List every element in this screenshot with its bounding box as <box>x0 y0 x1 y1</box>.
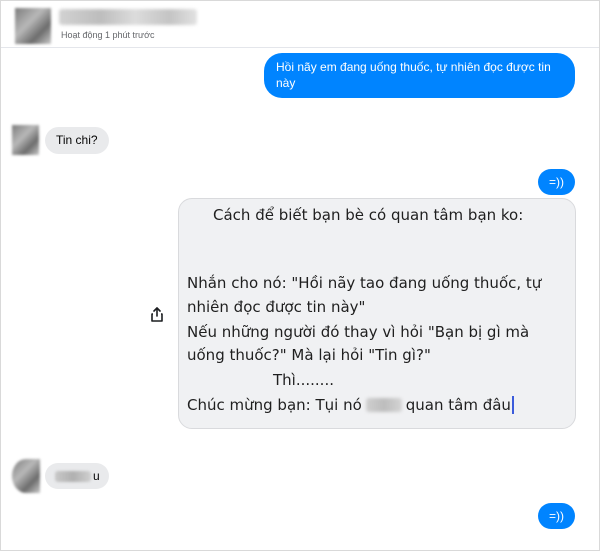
image-text-line: Nhắn cho nó: "Hồi nãy tao đang uống thuố… <box>187 274 542 292</box>
image-text-line: Thì........ <box>273 371 334 389</box>
image-text-line: Nếu những người đó thay vì hỏi "Bạn bị g… <box>187 323 530 341</box>
active-status: Hoạt động 1 phút trước <box>61 30 155 40</box>
contact-name-blurred[interactable] <box>59 9 197 25</box>
shared-image[interactable]: Cách để biết bạn bè có quan tâm bạn ko: … <box>178 198 576 429</box>
conversation-header: Hoạt động 1 phút trước <box>1 1 599 48</box>
incoming-message[interactable]: u <box>45 463 109 489</box>
share-icon <box>151 306 163 322</box>
blurred-text <box>55 471 91 482</box>
message-text: u <box>93 469 100 483</box>
chat-window: Hoạt động 1 phút trước Hồi nãy em đang u… <box>0 0 600 551</box>
image-text-part: Chúc mừng bạn: Tụi nó <box>187 396 362 414</box>
outgoing-message[interactable]: Hồi nãy em đang uống thuốc, tự nhiên đọc… <box>264 53 575 98</box>
incoming-message[interactable]: Tin chi? <box>45 127 109 154</box>
contact-avatar[interactable] <box>15 8 51 44</box>
image-text-line: uống thuốc?" Mà lại hỏi "Tin gì?" <box>187 346 431 364</box>
image-text-line: nhiên đọc được tin này" <box>187 298 366 316</box>
outgoing-message[interactable]: =)) <box>538 169 575 195</box>
censored-word <box>365 398 402 412</box>
contact-avatar-small[interactable] <box>12 459 40 493</box>
share-button[interactable] <box>144 301 170 327</box>
image-text-title: Cách để biết bạn bè có quan tâm bạn ko: <box>213 206 524 224</box>
image-text-part: quan tâm đâu <box>405 396 511 414</box>
outgoing-message[interactable]: =)) <box>538 503 575 529</box>
image-text-line: Chúc mừng bạn: Tụi nó quan tâm đâu <box>187 396 514 414</box>
text-cursor <box>511 396 514 414</box>
contact-avatar-small[interactable] <box>12 125 39 155</box>
